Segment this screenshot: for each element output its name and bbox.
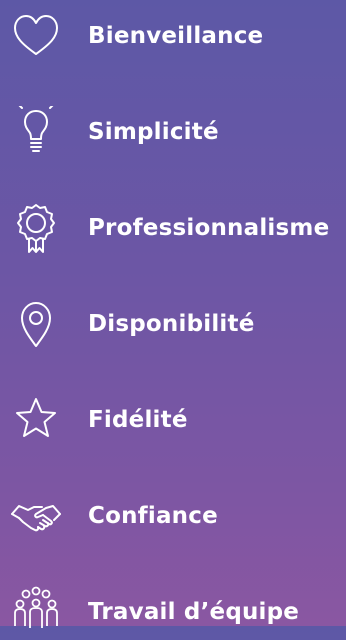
heart-icon <box>10 10 62 62</box>
value-label-disponibilite: Disponibilité <box>88 311 255 337</box>
value-label-travail-equipe: Travail d’équipe <box>88 599 300 625</box>
value-item-confiance: Confiance <box>0 484 346 544</box>
handshake-icon <box>10 490 62 542</box>
value-label-confiance: Confiance <box>88 503 218 529</box>
value-item-travail-equipe: Travail d’équipe <box>0 580 346 640</box>
value-label-fidelite: Fidélité <box>88 407 188 433</box>
value-label-simplicite: Simplicité <box>88 119 219 145</box>
value-item-fidelite: Fidélité <box>0 388 346 448</box>
star-icon <box>10 394 62 446</box>
value-label-bienveillance: Bienveillance <box>88 23 264 49</box>
lightbulb-icon <box>10 106 62 158</box>
team-icon <box>10 586 62 638</box>
award-ribbon-icon <box>10 202 62 254</box>
value-item-simplicite: Simplicité <box>0 100 346 160</box>
value-item-disponibilite: Disponibilité <box>0 292 346 352</box>
value-item-professionnalisme: Professionnalisme <box>0 196 346 256</box>
values-list: Bienveillance Simplicité Professionnalis… <box>0 0 346 628</box>
value-item-bienveillance: Bienveillance <box>0 4 346 64</box>
map-pin-icon <box>10 298 62 350</box>
value-label-professionnalisme: Professionnalisme <box>88 215 330 241</box>
